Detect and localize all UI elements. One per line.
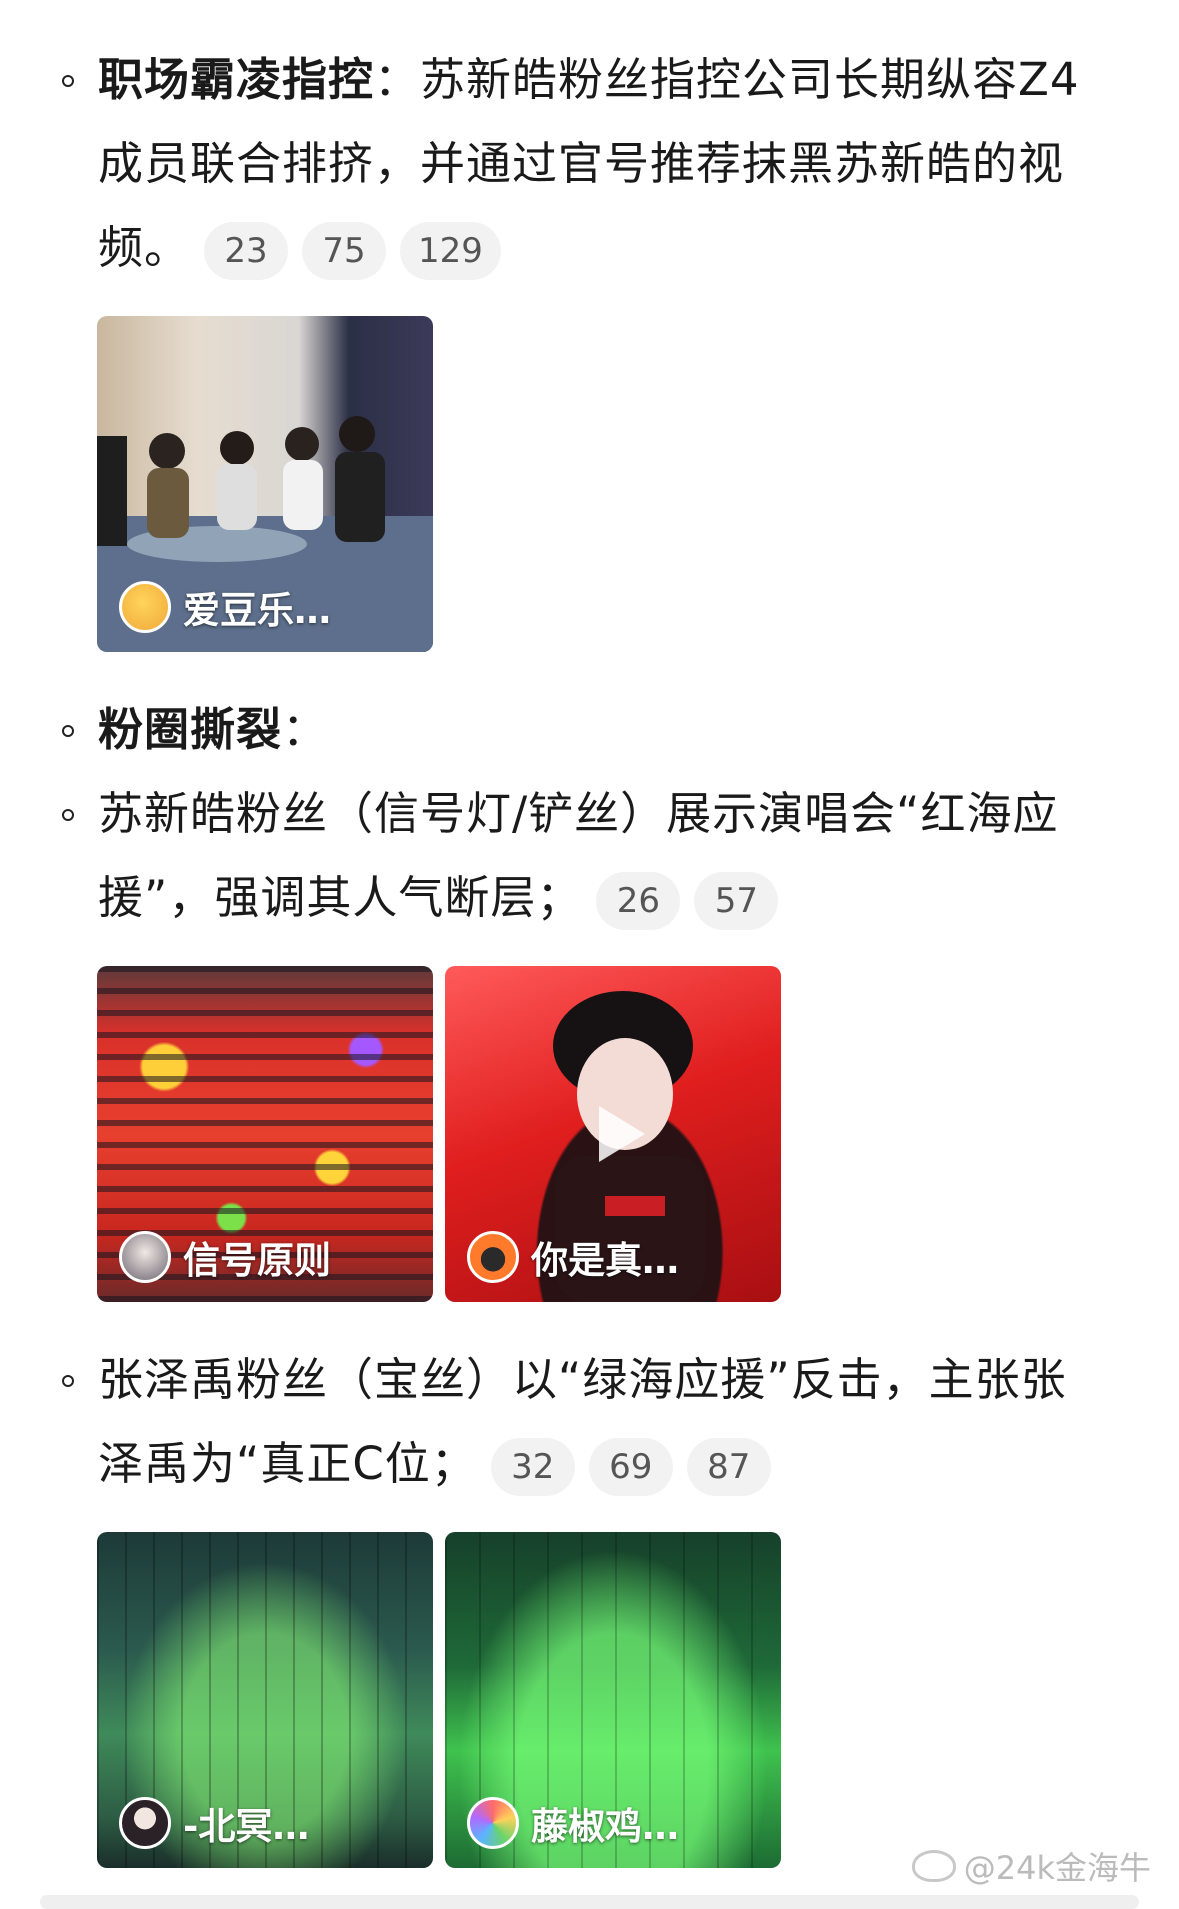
item-text: 成员联合排挤，并通过官号推荐抹黑苏新皓的视 — [98, 137, 1065, 190]
media-row-3: -北冥… 藤椒鸡… — [97, 1532, 781, 1868]
reference-badge[interactable]: 87 — [686, 1438, 771, 1496]
list-item-2: 粉圈撕裂： — [56, 688, 1136, 772]
bullet — [62, 809, 74, 821]
bottom-bar — [40, 1895, 1139, 1909]
reference-badge[interactable]: 69 — [588, 1438, 673, 1496]
list-item-3: 苏新皓粉丝（信号灯/铲丝）展示演唱会“红海应 援”，强调其人气断层； 26 57 — [56, 772, 1136, 940]
reference-badge[interactable]: 26 — [596, 872, 681, 930]
watermark: @24k金海牛 — [911, 1843, 1151, 1889]
item-heading: 粉圈撕裂 — [98, 703, 283, 756]
bullet — [62, 725, 74, 737]
avatar-icon — [467, 1797, 519, 1849]
media-thumbnail[interactable]: 你是真… — [445, 966, 781, 1302]
item-heading: 职场霸凌指控 — [98, 53, 375, 106]
thumbnail-source-label: 藤椒鸡… — [531, 1805, 679, 1848]
media-row-1: 爱豆乐… — [97, 316, 433, 652]
media-thumbnail[interactable]: 信号原则 — [97, 966, 433, 1302]
reference-badge[interactable]: 32 — [490, 1438, 575, 1496]
item-text: 苏新皓粉丝（信号灯/铲丝）展示演唱会“红海应 — [98, 787, 1059, 840]
media-thumbnail[interactable]: 爱豆乐… — [97, 316, 433, 652]
thumbnail-source-label: 你是真… — [531, 1239, 679, 1282]
avatar-icon — [119, 581, 171, 633]
item-text: ：苏新皓粉丝指控公司长期纵容Z4 — [374, 53, 1080, 106]
item-text: 张泽禹粉丝（宝丝）以“绿海应援”反击，主张张 — [98, 1353, 1067, 1406]
media-thumbnail[interactable]: 藤椒鸡… — [445, 1532, 781, 1868]
item-text: ： — [282, 703, 329, 756]
item-text: 泽禹为“真正C位； — [98, 1437, 477, 1490]
reference-badge[interactable]: 57 — [694, 872, 779, 930]
avatar-icon — [467, 1231, 519, 1283]
item-text: 频。 — [98, 221, 191, 274]
watermark-text: @24k金海牛 — [963, 1849, 1151, 1887]
weibo-icon — [911, 1850, 956, 1882]
media-thumbnail[interactable]: -北冥… — [97, 1532, 433, 1868]
item-text: 援”，强调其人气断层； — [98, 871, 583, 924]
thumbnail-source-label: 爱豆乐… — [183, 589, 331, 632]
avatar-icon — [119, 1231, 171, 1283]
list-item-1: 职场霸凌指控：苏新皓粉丝指控公司长期纵容Z4 成员联合排挤，并通过官号推荐抹黑苏… — [56, 38, 1136, 290]
thumbnail-source-label: -北冥… — [183, 1805, 310, 1848]
reference-badge[interactable]: 75 — [302, 222, 387, 280]
avatar-icon — [119, 1797, 171, 1849]
bullet — [62, 1375, 74, 1387]
thumbnail-source-label: 信号原则 — [183, 1239, 331, 1282]
media-row-2: 信号原则 你是真… — [97, 966, 781, 1302]
bullet — [62, 75, 74, 87]
reference-badge[interactable]: 23 — [204, 222, 289, 280]
reference-badge[interactable]: 129 — [400, 222, 501, 280]
play-icon[interactable] — [599, 1106, 645, 1162]
list-item-4: 张泽禹粉丝（宝丝）以“绿海应援”反击，主张张 泽禹为“真正C位； 32 69 87 — [56, 1338, 1136, 1506]
